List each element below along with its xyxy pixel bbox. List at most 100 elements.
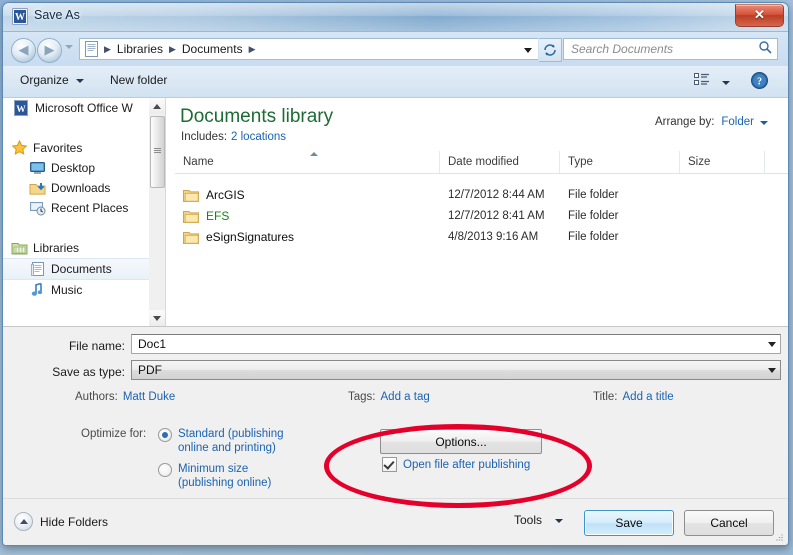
change-view-button[interactable] <box>693 71 730 92</box>
save-as-type-dropdown-icon[interactable] <box>763 367 780 373</box>
sidebar-item-recent-places[interactable]: Recent Places <box>3 198 149 218</box>
table-row[interactable]: ArcGIS 12/7/2012 8:44 AM File folder <box>175 184 788 205</box>
sidebar-item-label: Libraries <box>33 241 80 255</box>
word-app-icon: W <box>13 100 30 116</box>
sidebar-item-label: Music <box>51 283 83 297</box>
music-icon <box>29 282 46 298</box>
file-name-input[interactable]: Doc1 <box>131 334 781 354</box>
chevron-down-icon[interactable] <box>760 121 768 125</box>
cancel-button[interactable]: Cancel <box>684 510 774 536</box>
search-placeholder: Search Documents <box>571 42 674 56</box>
navigation-pane: W Microsoft Office W Favorites Desktop Downl… <box>3 98 150 326</box>
browse-area: W Microsoft Office W Favorites Desktop Downl… <box>3 98 788 327</box>
file-row-name-text: EFS <box>206 208 230 223</box>
title-bar: W Save As ✕ <box>3 3 788 32</box>
optimize-standard-label[interactable]: Standard (publishing online and printing… <box>178 427 284 455</box>
optimize-minimum-label[interactable]: Minimum size (publishing online) <box>178 462 271 490</box>
column-header-name[interactable]: Name <box>175 151 440 173</box>
breadcrumb-dropdown-icon[interactable] <box>519 40 537 60</box>
sidebar-item-downloads[interactable]: Downloads <box>3 178 149 198</box>
add-a-tag-link[interactable]: Add a tag <box>381 391 430 403</box>
sidebar-item-music[interactable]: Music <box>3 280 149 300</box>
folder-icon <box>183 209 199 223</box>
breadcrumb-separator-0[interactable]: ▶ <box>101 44 114 55</box>
save-as-type-select[interactable]: PDF <box>131 360 781 380</box>
optimize-standard-option[interactable]: Standard (publishing online and printing… <box>158 427 284 455</box>
sidebar-item-favorites[interactable]: Favorites <box>3 138 149 158</box>
file-row-type: File folder <box>568 230 619 243</box>
tags-field: Tags: Add a tag <box>348 391 430 403</box>
hide-folders-button[interactable]: Hide Folders <box>14 512 108 531</box>
includes-locations-link[interactable]: 2 locations <box>231 131 286 143</box>
refresh-button[interactable] <box>539 38 562 62</box>
file-row-type: File folder <box>568 188 619 201</box>
libraries-icon <box>11 240 28 256</box>
scrollbar-thumb[interactable] <box>150 116 165 188</box>
file-name-label: File name: <box>68 339 125 353</box>
scroll-up-arrow-icon[interactable] <box>149 98 165 114</box>
column-header-type[interactable]: Type <box>560 151 680 173</box>
breadcrumb-separator-2[interactable]: ▶ <box>246 44 259 55</box>
forward-arrow-icon: ▶ <box>44 42 55 57</box>
open-file-after-publishing-checkbox[interactable]: Open file after publishing <box>382 457 530 472</box>
scroll-down-arrow-icon[interactable] <box>149 310 165 326</box>
hide-folders-label: Hide Folders <box>40 514 109 529</box>
save-as-type-label: Save as type: <box>52 365 125 379</box>
save-as-dialog: W Save As ✕ ◀ ▶ ▶ Libraries ▶ Documents … <box>2 2 789 546</box>
optimize-minimum-option[interactable]: Minimum size (publishing online) <box>158 462 271 490</box>
word-document-icon: W <box>12 8 28 25</box>
folder-icon <box>183 230 199 244</box>
breadcrumb-separator-1[interactable]: ▶ <box>166 44 179 55</box>
add-a-title-link[interactable]: Add a title <box>623 391 674 403</box>
scrollbar-grip-icon <box>154 148 161 153</box>
file-row-name-text: eSignSignatures <box>206 229 295 244</box>
refresh-icon <box>544 44 556 56</box>
radio-minimum[interactable] <box>158 463 172 477</box>
back-arrow-icon: ◀ <box>18 42 29 57</box>
search-icon <box>758 40 772 59</box>
radio-standard[interactable] <box>158 428 172 442</box>
authors-field: Authors: Matt Duke <box>75 391 175 403</box>
authors-value[interactable]: Matt Duke <box>123 391 175 403</box>
documents-library-icon <box>84 41 99 57</box>
sidebar-item-libraries[interactable]: Libraries <box>3 238 149 258</box>
command-toolbar: Organize New folder ? <box>3 66 788 98</box>
sidebar-item-label: Downloads <box>51 181 111 195</box>
sidebar-item-microsoft-office-w[interactable]: W Microsoft Office W <box>3 98 149 118</box>
new-folder-button[interactable]: New folder <box>110 73 167 87</box>
navigation-scrollbar[interactable] <box>149 98 166 326</box>
organize-button[interactable]: Organize <box>20 73 84 87</box>
chevron-down-icon <box>722 80 730 85</box>
sidebar-item-label: Desktop <box>51 161 96 175</box>
close-button[interactable]: ✕ <box>735 4 784 27</box>
tools-button[interactable]: Tools <box>514 513 564 527</box>
sidebar-item-desktop[interactable]: Desktop <box>3 158 149 178</box>
column-header-size[interactable]: Size <box>680 151 765 173</box>
save-button[interactable]: Save <box>584 510 674 536</box>
breadcrumb-item-documents[interactable]: Documents <box>179 41 246 57</box>
search-input[interactable]: Search Documents <box>563 38 778 60</box>
file-row-name: ArcGIS <box>175 188 440 202</box>
breadcrumb-item-libraries[interactable]: Libraries <box>114 41 166 57</box>
sidebar-item-documents[interactable]: Documents <box>3 258 149 280</box>
column-header-row: Name Date modified Type Size <box>175 151 788 174</box>
forward-button[interactable]: ▶ <box>37 38 62 63</box>
help-button[interactable]: ? <box>751 72 768 89</box>
back-button[interactable]: ◀ <box>11 38 36 63</box>
table-row[interactable]: eSignSignatures 4/8/2013 9:16 AM File fold… <box>175 226 788 247</box>
save-options-form <box>3 327 788 515</box>
downloads-icon <box>29 180 46 196</box>
column-header-date-modified[interactable]: Date modified <box>440 151 560 173</box>
table-row[interactable]: EFS 12/7/2012 8:41 AM File folder <box>175 205 788 226</box>
file-name-dropdown-icon[interactable] <box>763 341 780 347</box>
checkbox-open-after-publishing[interactable] <box>382 457 397 472</box>
breadcrumb[interactable]: ▶ Libraries ▶ Documents ▶ <box>79 38 538 60</box>
recent-places-icon <box>29 200 46 216</box>
tools-label: Tools <box>514 513 543 527</box>
options-button[interactable]: Options... <box>380 429 542 454</box>
arrange-by-value[interactable]: Folder <box>721 116 754 128</box>
file-row-name: EFS <box>175 209 440 223</box>
address-bar: ◀ ▶ ▶ Libraries ▶ Documents ▶ Search Doc… <box>3 32 788 66</box>
history-dropdown-icon[interactable] <box>65 45 73 49</box>
resize-grip-icon[interactable] <box>772 530 784 542</box>
